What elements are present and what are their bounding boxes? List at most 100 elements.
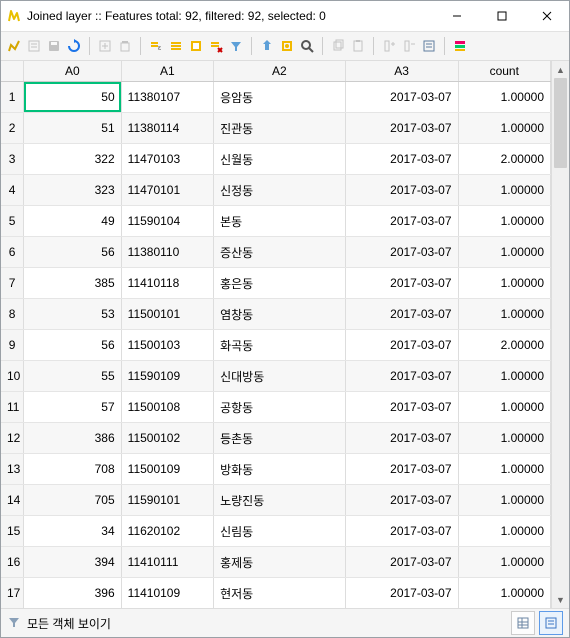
conditional-format-icon[interactable] xyxy=(451,37,469,55)
cell-count[interactable]: 1.00000 xyxy=(458,361,550,392)
pan-selection-icon[interactable] xyxy=(278,37,296,55)
row-number[interactable]: 12 xyxy=(1,423,24,454)
cell-a0[interactable]: 56 xyxy=(24,330,122,361)
cell-a0[interactable]: 385 xyxy=(24,268,122,299)
cell-a1[interactable]: 11590104 xyxy=(121,206,213,237)
row-number[interactable]: 14 xyxy=(1,485,24,516)
table-row[interactable]: 432311470101신정동2017-03-071.00000 xyxy=(1,175,551,206)
move-top-icon[interactable] xyxy=(258,37,276,55)
cell-a0[interactable]: 323 xyxy=(24,175,122,206)
invert-selection-icon[interactable] xyxy=(187,37,205,55)
cell-a3[interactable]: 2017-03-07 xyxy=(345,237,458,268)
cell-a0[interactable]: 34 xyxy=(24,516,122,547)
cell-count[interactable]: 1.00000 xyxy=(458,175,550,206)
cell-a0[interactable]: 396 xyxy=(24,578,122,609)
table-row[interactable]: 15011380107응암동2017-03-071.00000 xyxy=(1,82,551,113)
cell-count[interactable]: 1.00000 xyxy=(458,113,550,144)
filter-mode-label[interactable]: 모든 객체 보이기 xyxy=(27,615,111,632)
cell-a3[interactable]: 2017-03-07 xyxy=(345,392,458,423)
cell-a1[interactable]: 11380110 xyxy=(121,237,213,268)
cell-a2[interactable]: 등촌동 xyxy=(214,423,345,454)
cell-a2[interactable]: 방화동 xyxy=(214,454,345,485)
column-header[interactable]: count xyxy=(458,61,550,82)
cell-a2[interactable]: 신정동 xyxy=(214,175,345,206)
cell-count[interactable]: 1.00000 xyxy=(458,516,550,547)
table-row[interactable]: 105511590109신대방동2017-03-071.00000 xyxy=(1,361,551,392)
reload-icon[interactable] xyxy=(65,37,83,55)
cell-a1[interactable]: 11380107 xyxy=(121,82,213,113)
cell-a1[interactable]: 11620102 xyxy=(121,516,213,547)
column-header[interactable]: A3 xyxy=(345,61,458,82)
toggle-edit-icon[interactable] xyxy=(5,37,23,55)
cell-a2[interactable]: 진관동 xyxy=(214,113,345,144)
cell-a2[interactable]: 응암동 xyxy=(214,82,345,113)
delete-feature-icon[interactable] xyxy=(116,37,134,55)
table-row[interactable]: 332211470103신월동2017-03-072.00000 xyxy=(1,144,551,175)
minimize-button[interactable] xyxy=(434,1,479,31)
cell-count[interactable]: 1.00000 xyxy=(458,547,550,578)
cell-a2[interactable]: 신대방동 xyxy=(214,361,345,392)
cell-a1[interactable]: 11500109 xyxy=(121,454,213,485)
cell-a1[interactable]: 11500102 xyxy=(121,423,213,454)
cell-a3[interactable]: 2017-03-07 xyxy=(345,547,458,578)
cell-a2[interactable]: 신림동 xyxy=(214,516,345,547)
cell-a0[interactable]: 708 xyxy=(24,454,122,485)
table-view-button[interactable] xyxy=(511,611,535,635)
cell-a0[interactable]: 55 xyxy=(24,361,122,392)
cell-a0[interactable]: 56 xyxy=(24,237,122,268)
cell-a3[interactable]: 2017-03-07 xyxy=(345,206,458,237)
delete-column-icon[interactable] xyxy=(400,37,418,55)
cell-a3[interactable]: 2017-03-07 xyxy=(345,361,458,392)
cell-count[interactable]: 1.00000 xyxy=(458,392,550,423)
column-header[interactable]: A1 xyxy=(121,61,213,82)
row-number[interactable]: 17 xyxy=(1,578,24,609)
row-number[interactable]: 2 xyxy=(1,113,24,144)
cell-count[interactable]: 1.00000 xyxy=(458,82,550,113)
row-number[interactable]: 9 xyxy=(1,330,24,361)
deselect-icon[interactable] xyxy=(207,37,225,55)
table-row[interactable]: 1470511590101노량진동2017-03-071.00000 xyxy=(1,485,551,516)
cell-count[interactable]: 2.00000 xyxy=(458,330,550,361)
cell-a3[interactable]: 2017-03-07 xyxy=(345,454,458,485)
maximize-button[interactable] xyxy=(479,1,524,31)
cell-count[interactable]: 1.00000 xyxy=(458,485,550,516)
cell-a3[interactable]: 2017-03-07 xyxy=(345,175,458,206)
cell-a3[interactable]: 2017-03-07 xyxy=(345,485,458,516)
select-all-icon[interactable] xyxy=(167,37,185,55)
cell-a3[interactable]: 2017-03-07 xyxy=(345,113,458,144)
table-row[interactable]: 153411620102신림동2017-03-071.00000 xyxy=(1,516,551,547)
cell-a1[interactable]: 11590101 xyxy=(121,485,213,516)
cell-a0[interactable]: 53 xyxy=(24,299,122,330)
cell-a3[interactable]: 2017-03-07 xyxy=(345,516,458,547)
row-header-corner[interactable] xyxy=(1,61,24,82)
row-number[interactable]: 13 xyxy=(1,454,24,485)
cell-a3[interactable]: 2017-03-07 xyxy=(345,299,458,330)
cell-a0[interactable]: 705 xyxy=(24,485,122,516)
table-row[interactable]: 1370811500109방화동2017-03-071.00000 xyxy=(1,454,551,485)
row-number[interactable]: 1 xyxy=(1,82,24,113)
cell-a3[interactable]: 2017-03-07 xyxy=(345,268,458,299)
cell-count[interactable]: 2.00000 xyxy=(458,144,550,175)
scroll-up-arrow[interactable]: ▲ xyxy=(552,61,569,78)
cell-count[interactable]: 1.00000 xyxy=(458,454,550,485)
select-expression-icon[interactable]: ε xyxy=(147,37,165,55)
filter-icon[interactable] xyxy=(7,615,21,632)
cell-a0[interactable]: 394 xyxy=(24,547,122,578)
cell-a2[interactable]: 본동 xyxy=(214,206,345,237)
multiedit-icon[interactable] xyxy=(25,37,43,55)
table-row[interactable]: 115711500108공항동2017-03-071.00000 xyxy=(1,392,551,423)
cell-a1[interactable]: 11410109 xyxy=(121,578,213,609)
table-row[interactable]: 25111380114진관동2017-03-071.00000 xyxy=(1,113,551,144)
cell-a1[interactable]: 11410111 xyxy=(121,547,213,578)
cell-a2[interactable]: 홍제동 xyxy=(214,547,345,578)
cell-a2[interactable]: 증산동 xyxy=(214,237,345,268)
cell-a2[interactable]: 노량진동 xyxy=(214,485,345,516)
copy-icon[interactable] xyxy=(329,37,347,55)
cell-a1[interactable]: 11470101 xyxy=(121,175,213,206)
cell-a1[interactable]: 11500103 xyxy=(121,330,213,361)
cell-a2[interactable]: 현저동 xyxy=(214,578,345,609)
table-row[interactable]: 54911590104본동2017-03-071.00000 xyxy=(1,206,551,237)
cell-count[interactable]: 1.00000 xyxy=(458,268,550,299)
cell-a0[interactable]: 49 xyxy=(24,206,122,237)
column-header[interactable]: A0 xyxy=(24,61,122,82)
